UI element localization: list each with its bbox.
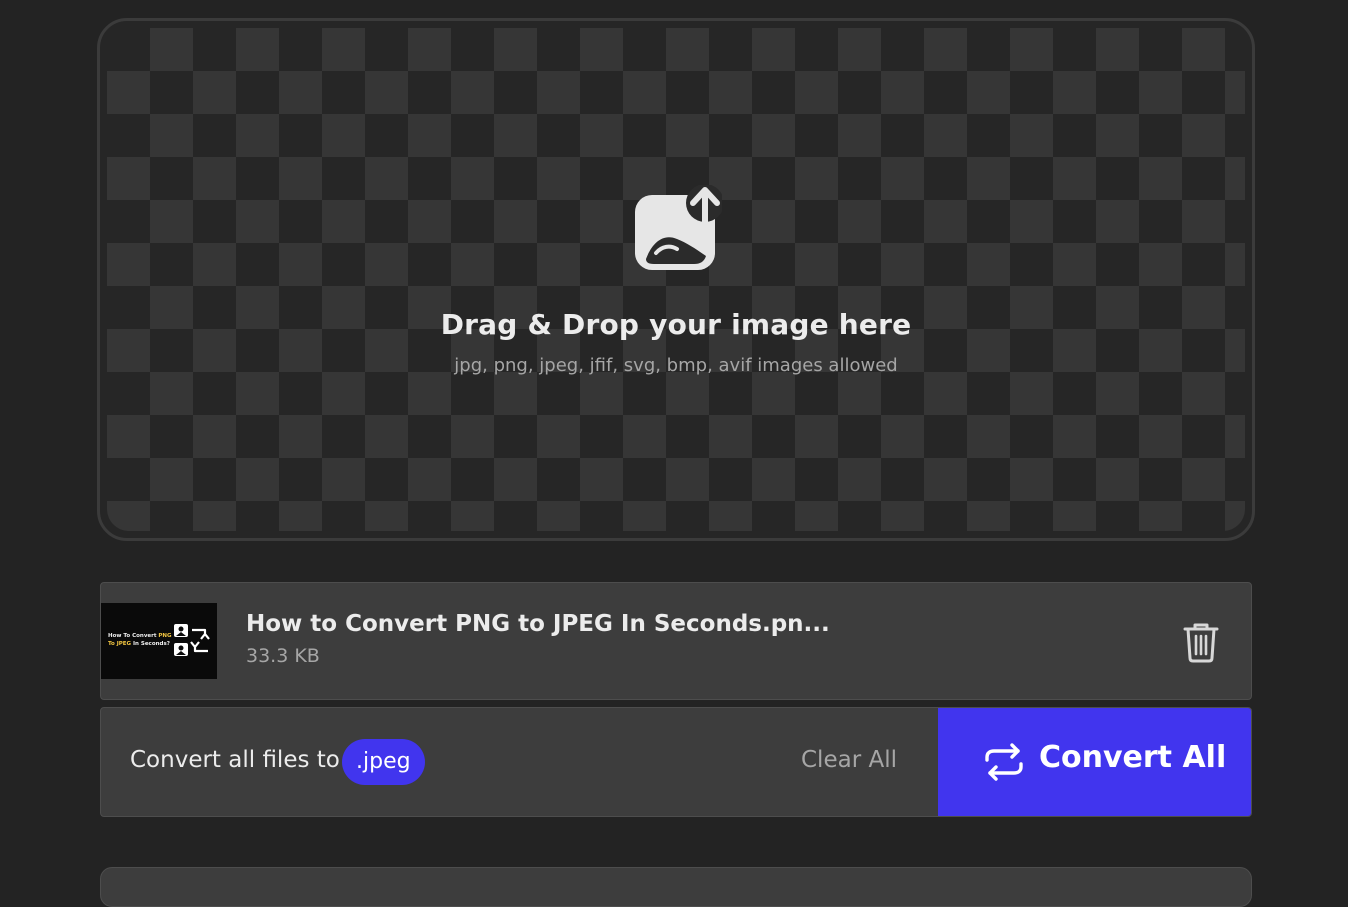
clear-all-button[interactable]: Clear All <box>801 747 897 773</box>
convert-arrows-icon <box>985 743 1023 781</box>
dropzone-allowed-formats: jpg, png, jpeg, jfif, svg, bmp, avif ima… <box>454 355 898 376</box>
image-swap-icon <box>174 624 210 656</box>
convert-all-label: Convert All <box>1039 740 1227 775</box>
output-format-select[interactable]: .jpeg <box>342 739 425 785</box>
convert-all-button[interactable]: Convert All <box>938 708 1251 816</box>
thumbnail-line1-prefix: How To Convert <box>108 633 159 639</box>
conversion-action-bar: Convert all files to .jpeg Clear All Con… <box>100 707 1252 817</box>
thumbnail-line1-highlight: PNG <box>158 633 172 639</box>
convert-to-label: Convert all files to <box>130 747 340 773</box>
dropzone-checkerboard[interactable]: Drag & Drop your image here jpg, png, jp… <box>107 28 1245 531</box>
next-panel <box>100 867 1252 907</box>
image-upload-icon <box>635 185 722 270</box>
thumbnail-caption: How To Convert PNG To JPEG In Seconds? <box>108 632 172 648</box>
thumbnail-line2-suffix: In Seconds? <box>131 641 170 647</box>
image-dropzone[interactable]: Drag & Drop your image here jpg, png, jp… <box>97 18 1255 541</box>
file-size: 33.3 KB <box>246 645 320 667</box>
thumbnail-line2-highlight: To JPEG <box>108 641 132 647</box>
file-list-item: How To Convert PNG To JPEG In Seconds? H… <box>100 582 1252 700</box>
trash-icon[interactable] <box>1181 621 1221 663</box>
file-name: How to Convert PNG to JPEG In Seconds.pn… <box>246 611 830 637</box>
file-thumbnail: How To Convert PNG To JPEG In Seconds? <box>101 603 217 679</box>
dropzone-title: Drag & Drop your image here <box>440 308 912 341</box>
